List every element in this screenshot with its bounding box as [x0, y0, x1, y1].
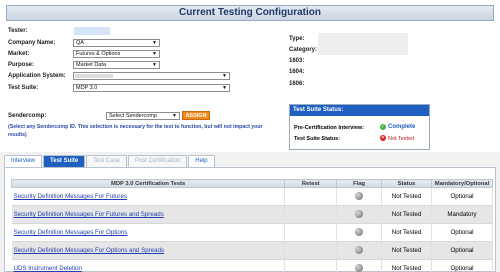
status-cell: Not Tested [381, 241, 432, 260]
info-values-masked [318, 33, 408, 55]
app-system-label: Application System: [8, 73, 66, 79]
market-label: Market: [8, 51, 30, 57]
precert-label: Pre-Certification Interview: [294, 125, 364, 131]
sendercomp-select[interactable]: Select Sendercomp ▼ [106, 112, 180, 120]
test-link[interactable]: Security Definition Messages For Options [14, 229, 128, 236]
table-row: UDS Instrument Deletion Not Tested Optio… [11, 259, 494, 272]
check-icon: ✓ [380, 124, 386, 130]
status-cell: Not Tested [381, 205, 432, 224]
company-select[interactable]: QA ▼ [73, 39, 160, 47]
certification-tests-table: MDP 3.0 Certification Tests Retest Flag … [10, 179, 494, 272]
col-header-retest: Retest [284, 179, 338, 188]
mandatory-cell: Mandatory [431, 205, 494, 224]
flag-icon[interactable] [355, 263, 364, 272]
tester-value [74, 27, 110, 35]
test-suite-label: Test Suite: [8, 85, 39, 91]
suite-status-label: Test Suite Status: [294, 136, 341, 142]
col-header-mandatory: Mandatory/Optional [430, 179, 494, 188]
market-select[interactable]: Futures & Options ▼ [73, 50, 160, 58]
suite-status-value: Not Tested [388, 136, 415, 142]
table-row: Security Definition Messages For Futures… [11, 187, 494, 206]
retest-cell [284, 187, 338, 206]
status-cell: Not Tested [381, 187, 432, 206]
col-header-status: Status [381, 179, 432, 188]
test-link[interactable]: Security Definition Messages For Futures… [14, 211, 164, 218]
col-header-tests: MDP 3.0 Certification Tests [10, 179, 286, 188]
app-system-select[interactable]: ▼ [73, 72, 230, 80]
retest-cell [284, 223, 338, 242]
app-system-value [75, 74, 113, 78]
test-link[interactable]: UDS Instrument Deletion [14, 265, 82, 272]
tab-post-certification[interactable]: Post Certification [127, 155, 188, 167]
tab-interview[interactable]: Interview [4, 155, 43, 167]
flag-icon[interactable] [355, 227, 364, 236]
market-value: Futures & Options [76, 51, 121, 57]
test-suite-select[interactable]: MDP 3.0 ▼ [73, 84, 230, 92]
table-row: Security Definition Messages For Futures… [11, 205, 494, 224]
table-row: Security Definition Messages For Options… [11, 241, 494, 260]
mandatory-cell: Optional [431, 259, 494, 272]
field-1606-label: 1606: [289, 81, 305, 87]
company-label: Company Name: [8, 40, 56, 46]
sendercomp-note: (Select any Sendercomp ID. This selectio… [8, 124, 263, 138]
tab-help[interactable]: Help [188, 155, 215, 167]
table-row: Security Definition Messages For Options… [11, 223, 494, 242]
chevron-down-icon: ▼ [172, 113, 177, 119]
flag-icon[interactable] [355, 245, 364, 254]
col-header-flag: Flag [336, 179, 383, 188]
sendercomp-placeholder: Select Sendercomp [109, 113, 157, 119]
chevron-down-icon: ▼ [222, 73, 227, 79]
tab-test-case[interactable]: Test Case [86, 155, 127, 167]
status-cell: Not Tested [381, 223, 432, 242]
chevron-down-icon: ▼ [152, 62, 157, 68]
mandatory-cell: Optional [431, 187, 494, 206]
flag-icon[interactable] [355, 209, 364, 218]
field-1604-label: 1604: [289, 69, 305, 75]
error-icon: ✕ [380, 135, 386, 141]
type-label: Type: [289, 36, 305, 42]
mandatory-cell: Optional [431, 223, 494, 242]
purpose-select[interactable]: Market Data ▼ [73, 61, 160, 69]
sendercomp-label: Sendercomp: [8, 113, 47, 119]
purpose-value: Market Data [76, 62, 106, 68]
table-header-row: MDP 3.0 Certification Tests Retest Flag … [10, 179, 494, 188]
tab-bar: Interview Test Suite Test Case Post Cert… [4, 155, 216, 167]
mandatory-cell: Optional [431, 241, 494, 260]
test-link[interactable]: Security Definition Messages For Futures [14, 193, 127, 200]
retest-cell [284, 205, 338, 224]
purpose-label: Purpose: [8, 62, 35, 68]
test-suite-status-panel: Test Suite Status: Pre-Certification Int… [289, 104, 430, 150]
chevron-down-icon: ▼ [222, 85, 227, 91]
test-suite-value: MDP 3.0 [76, 85, 98, 91]
precert-status: Complete [388, 124, 416, 130]
status-panel-heading: Test Suite Status: [290, 105, 429, 116]
chevron-down-icon: ▼ [152, 40, 157, 46]
field-1603-label: 1603: [289, 58, 305, 64]
chevron-down-icon: ▼ [152, 51, 157, 57]
assign-button[interactable]: ASSIGN [182, 111, 210, 120]
test-link[interactable]: Security Definition Messages For Options… [14, 247, 165, 254]
tab-test-suite[interactable]: Test Suite [43, 155, 86, 167]
retest-cell [284, 259, 338, 272]
status-cell: Not Tested [381, 259, 432, 272]
company-value: QA [76, 40, 84, 46]
page-title: Current Testing Configuration [6, 5, 494, 21]
tester-label: Tester: [8, 28, 28, 34]
category-label: Category: [289, 47, 318, 53]
flag-icon[interactable] [355, 191, 364, 200]
retest-cell [284, 241, 338, 260]
